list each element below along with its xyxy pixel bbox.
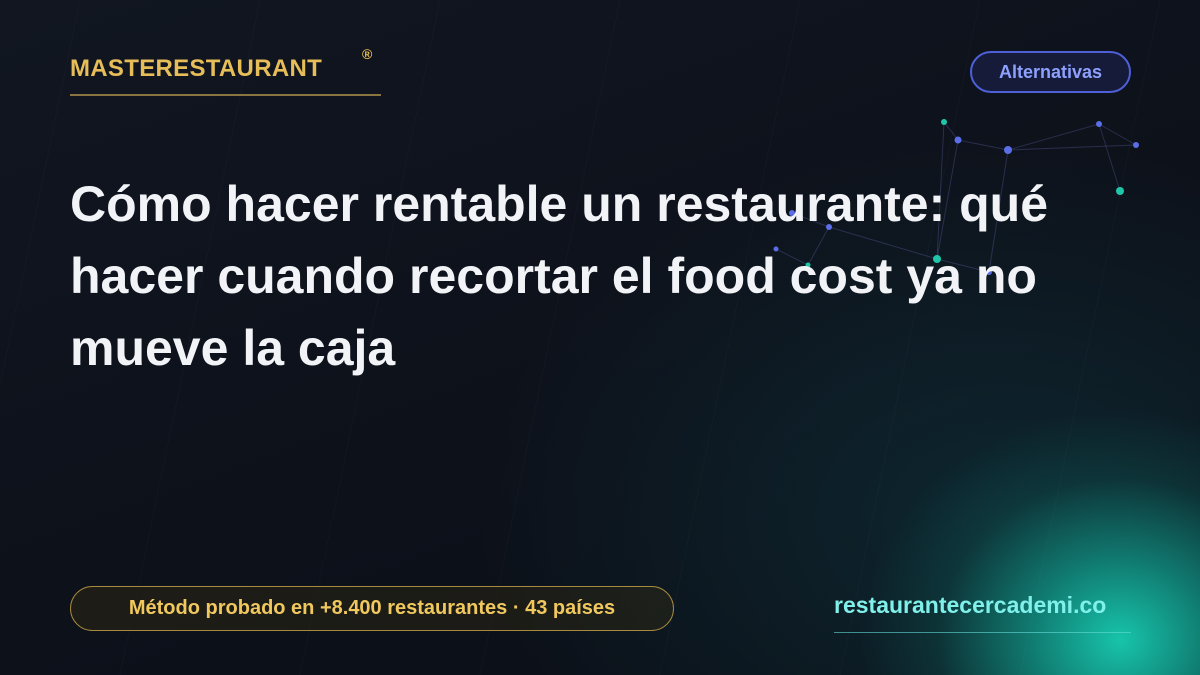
network-node	[1004, 146, 1012, 154]
brand-logo: MASTERESTAURANT ®	[70, 46, 381, 96]
network-node	[1096, 121, 1102, 127]
network-node	[1116, 187, 1124, 195]
network-node	[941, 119, 947, 125]
website-link[interactable]: restaurantecercademi.co	[834, 592, 1131, 633]
category-tag[interactable]: Alternativas	[970, 51, 1131, 93]
network-node	[954, 136, 962, 144]
network-node	[1133, 142, 1139, 148]
social-card: MASTERESTAURANT ® Alternativas Cómo hace…	[0, 0, 1200, 675]
social-proof-badge: Método probado en +8.400 restaurantes · …	[70, 586, 674, 631]
brand-name: MASTERESTAURANT	[70, 55, 323, 82]
registered-mark: ®	[362, 46, 373, 62]
article-headline: Cómo hacer rentable un restaurante: qué …	[70, 176, 1049, 376]
